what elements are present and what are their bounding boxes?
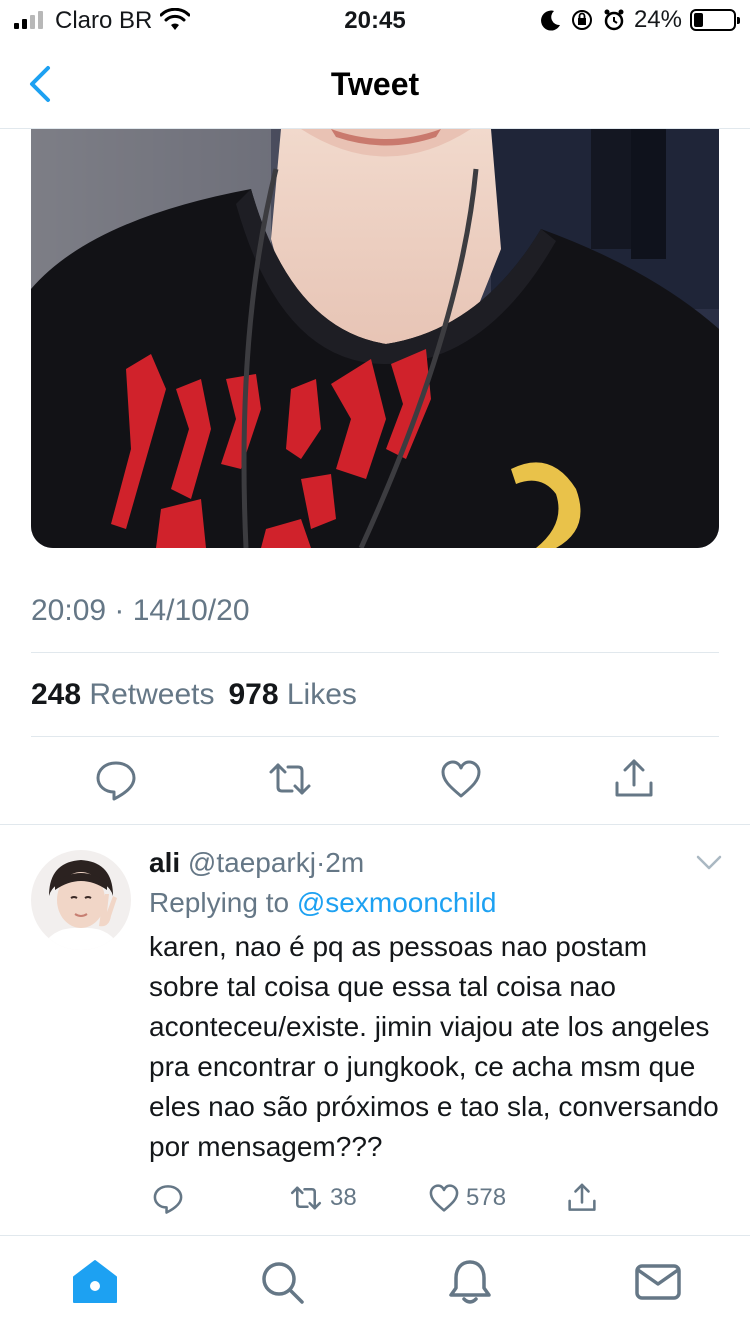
- reply-time: 2m: [325, 847, 365, 878]
- reply-author-name[interactable]: ali: [149, 847, 180, 878]
- reply-retweet-button[interactable]: 38: [288, 1182, 357, 1214]
- status-bar: Claro BR 20:45 24%: [0, 0, 750, 40]
- reply-like-button[interactable]: 578: [428, 1182, 506, 1214]
- tweet-photo[interactable]: [31, 129, 719, 548]
- reply-reply-button[interactable]: [152, 1182, 184, 1214]
- share-icon[interactable]: [612, 757, 656, 801]
- reply-icon: [153, 1185, 183, 1214]
- retweets-stat[interactable]: 248 Retweets: [31, 678, 216, 712]
- like-icon[interactable]: [439, 757, 483, 801]
- tweet-action-bar: [0, 757, 750, 805]
- like-icon: [429, 1184, 459, 1212]
- alarm-icon: [604, 9, 624, 31]
- retweets-label: Retweets: [89, 678, 215, 711]
- divider: [31, 736, 719, 737]
- reply-action-bar: 38 578: [0, 1182, 750, 1222]
- likes-label: Likes: [286, 678, 357, 711]
- reply-share-button[interactable]: [566, 1182, 598, 1214]
- reply-author-handle[interactable]: @taeparkj: [188, 847, 316, 878]
- share-icon: [568, 1183, 596, 1211]
- divider: [0, 824, 750, 825]
- retweets-count: 248: [31, 678, 82, 711]
- reply-retweet-count: 38: [330, 1184, 357, 1211]
- replying-to: Replying to @sexmoonchild: [149, 883, 719, 923]
- divider: [31, 652, 719, 653]
- avatar[interactable]: [31, 850, 131, 950]
- tweet-timestamp: 20:09 · 14/10/20: [31, 594, 250, 627]
- replying-to-handle-link[interactable]: @sexmoonchild: [297, 887, 497, 918]
- retweet-icon[interactable]: [268, 757, 312, 801]
- home-icon[interactable]: [71, 1258, 119, 1306]
- moon-icon: [540, 10, 560, 31]
- reply-like-count: 578: [466, 1184, 507, 1211]
- tab-bar: [0, 1235, 750, 1334]
- notifications-icon[interactable]: [446, 1258, 494, 1306]
- battery-icon: [690, 9, 740, 31]
- reply-header: ali @taeparkj·2m: [149, 845, 719, 881]
- battery-percent: 24%: [633, 6, 682, 33]
- search-icon[interactable]: [258, 1258, 306, 1306]
- messages-icon[interactable]: [634, 1258, 682, 1306]
- separator-dot: ·: [315, 847, 326, 878]
- page-title: Tweet: [330, 66, 420, 102]
- reply-icon[interactable]: [94, 757, 138, 801]
- navigation-bar: Tweet: [0, 40, 750, 129]
- reply-text: karen, nao é pq as pessoas nao postam so…: [149, 931, 719, 1162]
- rotation-lock-icon: [571, 10, 592, 30]
- reply-tweet[interactable]: ali @taeparkj·2m Replying to @sexmoonchi…: [149, 845, 719, 1167]
- retweet-icon: [290, 1186, 322, 1210]
- likes-count: 978: [228, 678, 279, 711]
- likes-stat[interactable]: 978 Likes: [228, 678, 358, 712]
- tweet-stats: 248 Retweets 978 Likes: [31, 678, 359, 712]
- replying-to-prefix: Replying to: [149, 887, 290, 918]
